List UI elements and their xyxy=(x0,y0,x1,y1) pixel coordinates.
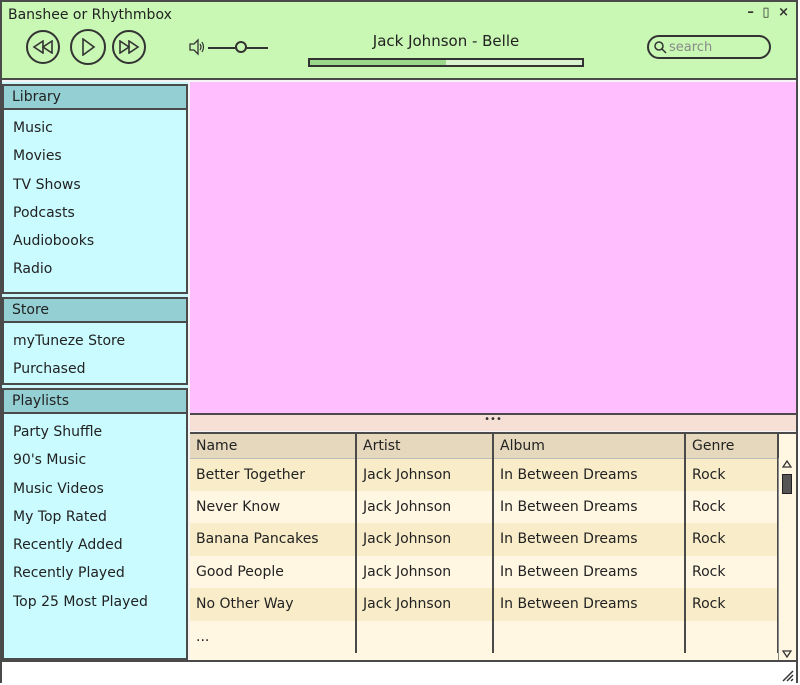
cell-album: In Between Dreams xyxy=(493,588,686,621)
play-button[interactable] xyxy=(70,29,106,65)
sidebar-item-radio[interactable]: Radio xyxy=(4,255,186,283)
column-header-name[interactable]: Name xyxy=(190,434,357,459)
play-icon xyxy=(82,38,96,56)
sidebar-header-store[interactable]: Store xyxy=(4,299,186,323)
pane-splitter[interactable]: ••• xyxy=(190,415,796,431)
cell-artist: Jack Johnson xyxy=(356,458,494,491)
progress-fill xyxy=(310,60,446,65)
column-header-album[interactable]: Album xyxy=(493,434,686,459)
table-row[interactable]: Better Together Jack Johnson In Between … xyxy=(190,458,779,491)
cell-genre: Rock xyxy=(685,458,779,491)
cell-name: Good People xyxy=(190,555,357,588)
track-list-scrollbar[interactable] xyxy=(778,458,796,660)
library-list: Music Movies TV Shows Podcasts Audiobook… xyxy=(4,110,186,284)
table-row[interactable]: No Other Way Jack Johnson In Between Dre… xyxy=(190,588,779,621)
cell-genre xyxy=(685,620,779,653)
status-bar xyxy=(2,660,796,683)
cell-artist xyxy=(356,620,494,653)
now-playing-title: Jack Johnson - Belle xyxy=(372,32,520,50)
track-table: Name Artist Album Genre Better Together … xyxy=(190,434,779,653)
cell-artist: Jack Johnson xyxy=(356,523,494,556)
cell-name: ... xyxy=(190,620,357,653)
scroll-up-icon[interactable] xyxy=(782,460,792,468)
cell-genre: Rock xyxy=(685,523,779,556)
rewind-icon xyxy=(32,40,53,54)
cell-genre: Rock xyxy=(685,588,779,621)
store-list: myTuneze Store Purchased xyxy=(4,323,186,384)
cell-name: Better Together xyxy=(190,458,357,491)
cell-album: In Between Dreams xyxy=(493,555,686,588)
previous-button[interactable] xyxy=(26,30,60,64)
table-row[interactable]: Never Know Jack Johnson In Between Dream… xyxy=(190,490,779,523)
column-header-genre[interactable]: Genre xyxy=(685,434,779,459)
window-title: Banshee or Rhythmbox xyxy=(8,7,172,23)
cell-album: In Between Dreams xyxy=(493,523,686,556)
cell-name: No Other Way xyxy=(190,588,357,621)
cell-name: Never Know xyxy=(190,490,357,523)
fast-forward-icon xyxy=(119,40,140,54)
sidebar-item-recently-added[interactable]: Recently Added xyxy=(4,531,186,559)
sidebar-item-my-top-rated[interactable]: My Top Rated xyxy=(4,503,186,531)
sidebar-item-top-25-most-played[interactable]: Top 25 Most Played xyxy=(4,588,186,616)
sidebar-header-library[interactable]: Library xyxy=(4,86,186,110)
search-icon xyxy=(654,41,667,54)
table-row[interactable]: ... xyxy=(190,620,779,653)
cell-album xyxy=(493,620,686,653)
sidebar-item-tv-shows[interactable]: TV Shows xyxy=(4,171,186,199)
scroll-down-icon[interactable] xyxy=(782,650,792,658)
close-button[interactable]: × xyxy=(778,5,790,20)
sidebar-item-mytuneze-store[interactable]: myTuneze Store xyxy=(4,327,186,355)
table-row[interactable]: Good People Jack Johnson In Between Drea… xyxy=(190,555,779,588)
top-toolbar: Banshee or Rhythmbox – ▯ × Jack Johnson … xyxy=(2,2,796,80)
cell-genre: Rock xyxy=(685,490,779,523)
maximize-button[interactable]: ▯ xyxy=(762,5,770,20)
table-header-row: Name Artist Album Genre xyxy=(190,434,779,459)
playback-progress-bar[interactable] xyxy=(308,58,584,67)
volume-icon[interactable] xyxy=(188,38,206,56)
sidebar-header-playlists[interactable]: Playlists xyxy=(4,390,186,414)
cell-album: In Between Dreams xyxy=(493,490,686,523)
sidebar-item-podcasts[interactable]: Podcasts xyxy=(4,199,186,227)
scrollbar-thumb[interactable] xyxy=(782,474,792,494)
sidebar-item-music-videos[interactable]: Music Videos xyxy=(4,475,186,503)
sidebar-item-90s-music[interactable]: 90's Music xyxy=(4,446,186,474)
resize-grip-icon[interactable] xyxy=(780,668,794,682)
sidebar-section-library: Library Music Movies TV Shows Podcasts A… xyxy=(2,84,188,294)
visualization-area xyxy=(190,82,796,415)
search-box[interactable] xyxy=(647,35,771,59)
sidebar-item-movies[interactable]: Movies xyxy=(4,142,186,170)
sidebar-item-purchased[interactable]: Purchased xyxy=(4,355,186,383)
sidebar-item-audiobooks[interactable]: Audiobooks xyxy=(4,227,186,255)
sidebar-item-music[interactable]: Music xyxy=(4,114,186,142)
sidebar: Library Music Movies TV Shows Podcasts A… xyxy=(2,82,188,660)
cell-artist: Jack Johnson xyxy=(356,555,494,588)
cell-album: In Between Dreams xyxy=(493,458,686,491)
window-controls: – ▯ × xyxy=(745,5,790,20)
minimize-button[interactable]: – xyxy=(747,5,755,20)
track-list: Name Artist Album Genre Better Together … xyxy=(190,432,796,660)
player-window: Banshee or Rhythmbox – ▯ × Jack Johnson … xyxy=(0,0,798,683)
volume-slider[interactable] xyxy=(208,41,268,53)
cell-genre: Rock xyxy=(685,555,779,588)
sidebar-section-store: Store myTuneze Store Purchased xyxy=(2,297,188,385)
search-input[interactable] xyxy=(667,38,763,56)
next-button[interactable] xyxy=(112,30,146,64)
cell-artist: Jack Johnson xyxy=(356,490,494,523)
volume-knob[interactable] xyxy=(235,41,247,53)
sidebar-item-recently-played[interactable]: Recently Played xyxy=(4,559,186,587)
cell-name: Banana Pancakes xyxy=(190,523,357,556)
playlists-list: Party Shuffle 90's Music Music Videos My… xyxy=(4,414,186,616)
table-row[interactable]: Banana Pancakes Jack Johnson In Between … xyxy=(190,523,779,556)
column-header-artist[interactable]: Artist xyxy=(356,434,494,459)
cell-artist: Jack Johnson xyxy=(356,588,494,621)
sidebar-item-party-shuffle[interactable]: Party Shuffle xyxy=(4,418,186,446)
sidebar-section-playlists: Playlists Party Shuffle 90's Music Music… xyxy=(2,388,188,660)
